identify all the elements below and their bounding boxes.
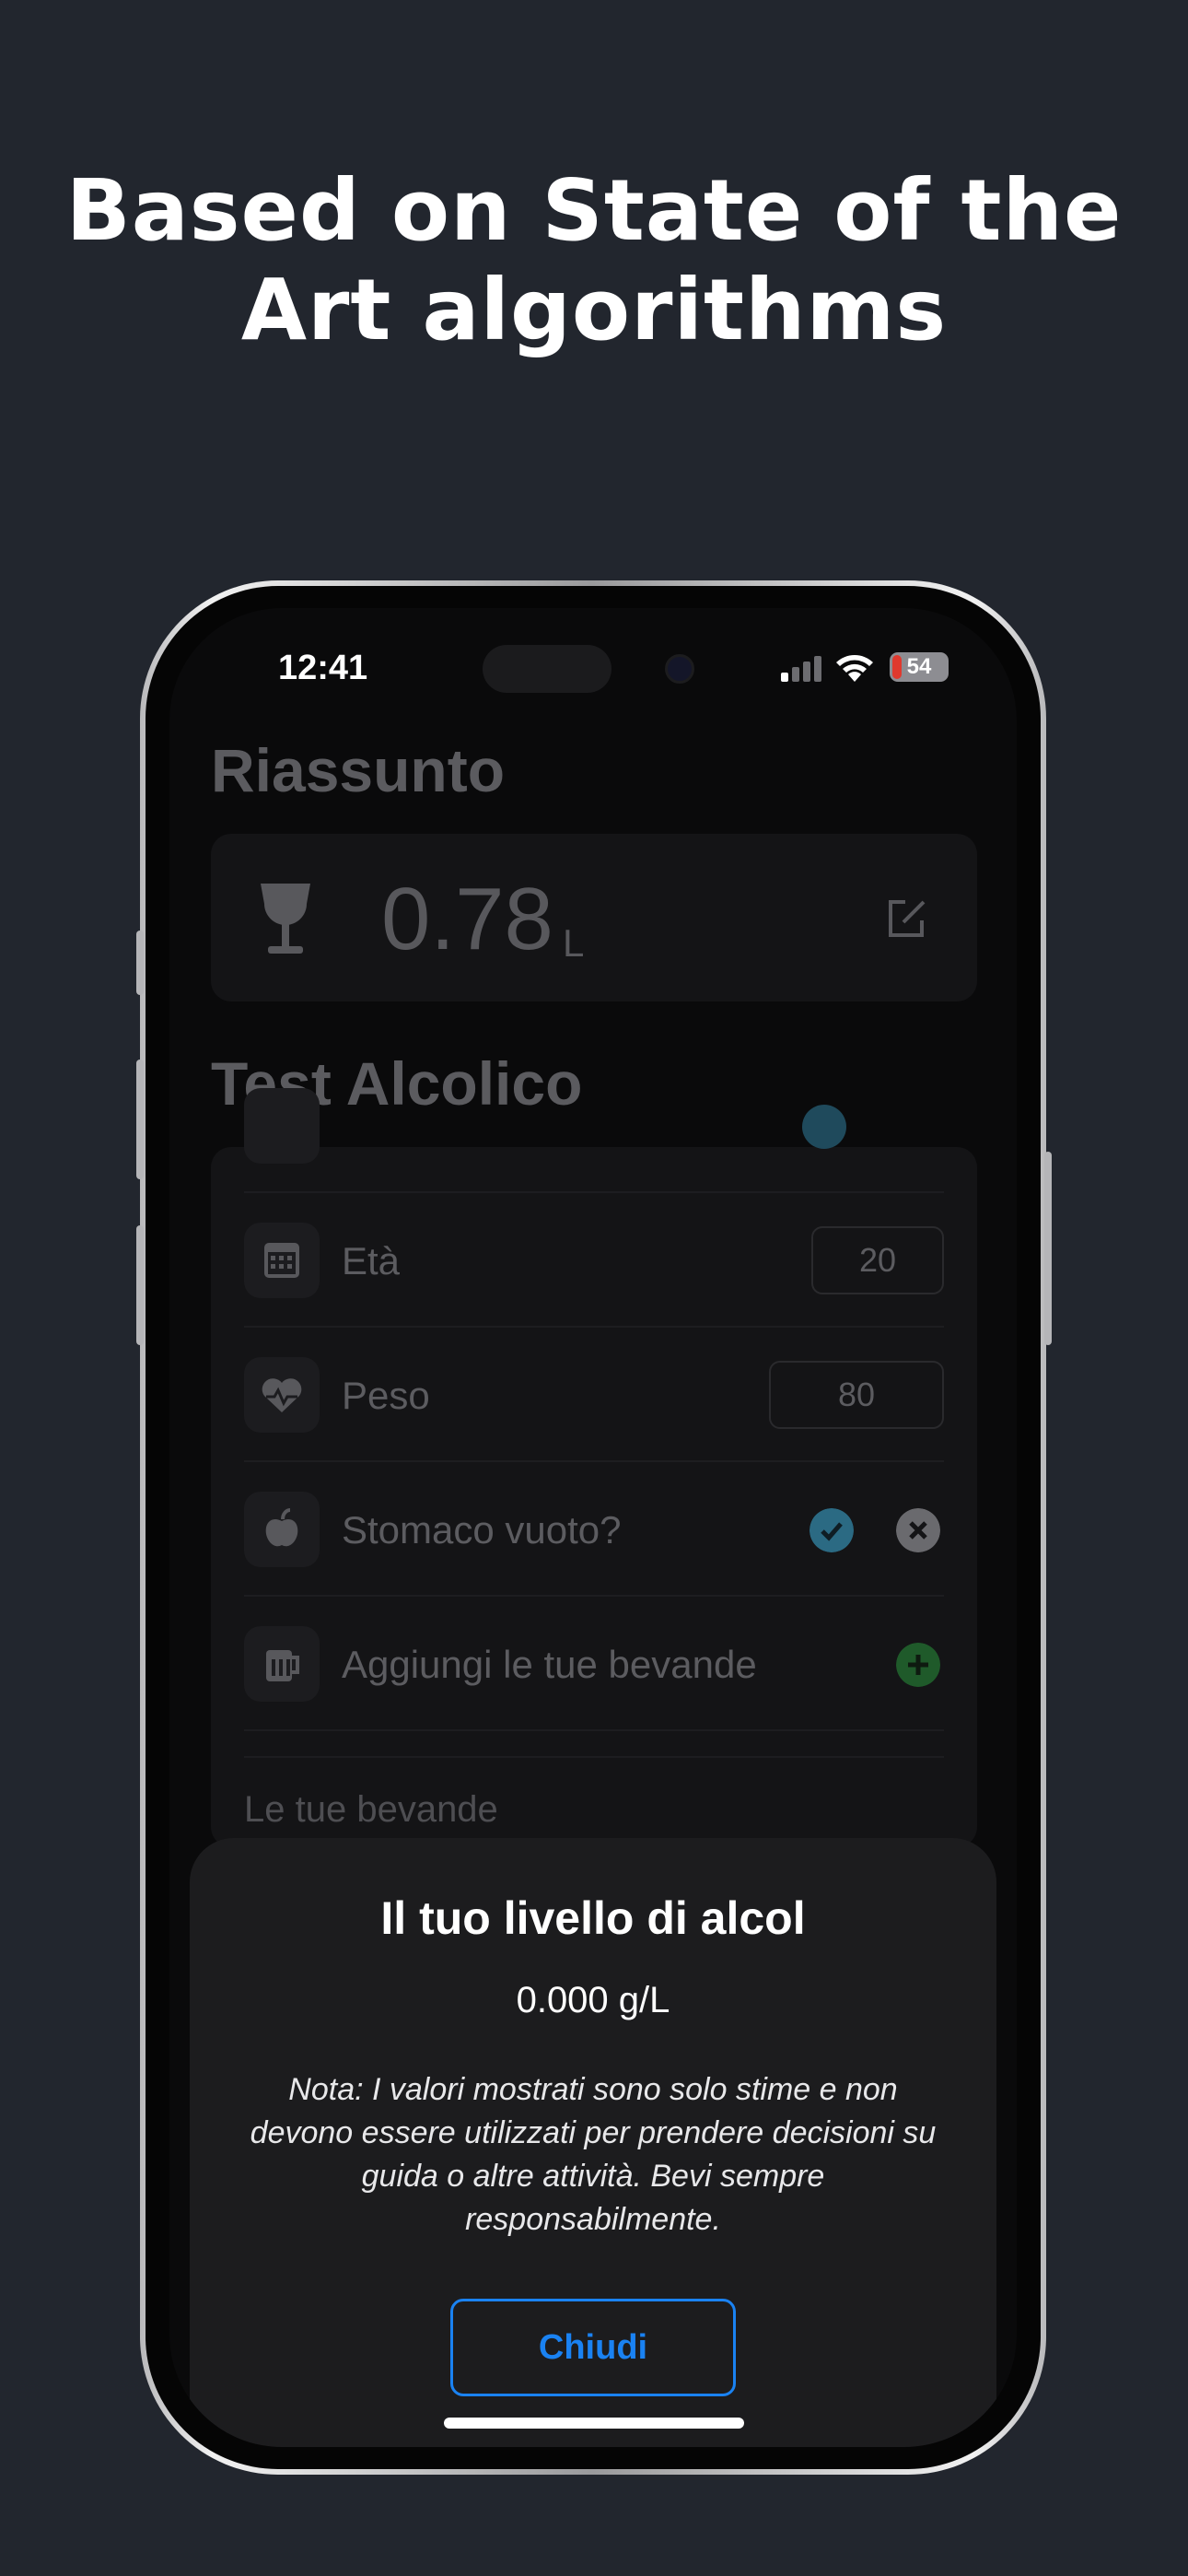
drinks-section-label: Le tue bevande — [244, 1789, 498, 1830]
row-label-stomaco: Stomaco vuoto? — [342, 1508, 622, 1551]
close-button[interactable]: Chiudi — [450, 2299, 736, 2396]
battery-icon: 54 — [890, 652, 949, 682]
summary-unit: L — [563, 921, 585, 965]
row-stomaco: Stomaco vuoto? — [244, 1462, 944, 1597]
add-icon[interactable] — [896, 1643, 940, 1687]
calendar-icon — [244, 1223, 320, 1298]
edit-icon[interactable] — [885, 896, 929, 941]
apple-icon — [244, 1492, 320, 1567]
camera-icon — [665, 654, 694, 684]
modal-title: Il tuo livello di alcol — [380, 1892, 806, 1944]
battery-level: 54 — [906, 654, 932, 679]
check-icon[interactable] — [802, 1105, 846, 1149]
row-label-peso: Peso — [342, 1374, 430, 1417]
summary-value: 0.78 — [381, 870, 553, 968]
check-icon[interactable] — [809, 1508, 854, 1552]
headline-line-1: Based on State of the — [65, 161, 1123, 260]
age-field[interactable]: 20 — [811, 1226, 944, 1294]
beer-mug-icon — [244, 1626, 320, 1702]
row-peso: Peso 80 — [244, 1328, 944, 1462]
row-bevande: Aggiungi le tue bevande — [244, 1597, 944, 1731]
row-icon — [244, 1088, 320, 1164]
heart-pulse-icon — [244, 1357, 320, 1433]
signal-icon — [781, 656, 821, 682]
divider — [244, 1756, 944, 1758]
row-label-eta: Età — [342, 1239, 401, 1282]
phone-screen: 12:41 54 Riassunto 0.78 L Test Alcolico … — [169, 608, 1017, 2447]
home-indicator[interactable] — [444, 2418, 744, 2429]
volume-down-button — [136, 1225, 144, 1345]
summary-card: 0.78 L — [211, 834, 977, 1001]
cross-icon[interactable] — [896, 1508, 940, 1552]
wine-glass-icon — [261, 884, 310, 954]
alcohol-level-sheet: Il tuo livello di alcol 0.000 g/L Nota: … — [190, 1838, 996, 2447]
headline: Based on State of the Art algorithms — [0, 161, 1188, 360]
alcohol-level-value: 0.000 g/L — [516, 1980, 670, 2020]
status-time: 12:41 — [278, 649, 368, 687]
row-eta: Età 20 — [244, 1193, 944, 1328]
test-card: Età 20 Peso 80 Stomaco vuoto? Aggiungi l… — [211, 1088, 977, 1847]
mute-switch — [136, 931, 144, 995]
headline-line-2: Art algorithms — [240, 261, 948, 359]
wifi-icon — [836, 655, 873, 682]
dynamic-island — [483, 645, 611, 693]
list-item — [244, 1059, 944, 1193]
disclaimer-note: Nota: I valori mostrati sono solo stime … — [250, 2072, 937, 2237]
weight-field[interactable]: 80 — [769, 1361, 944, 1429]
volume-up-button — [136, 1060, 144, 1179]
row-label-bevande: Aggiungi le tue bevande — [342, 1643, 757, 1686]
power-button — [1044, 1152, 1052, 1345]
summary-title: Riassunto — [211, 736, 506, 804]
